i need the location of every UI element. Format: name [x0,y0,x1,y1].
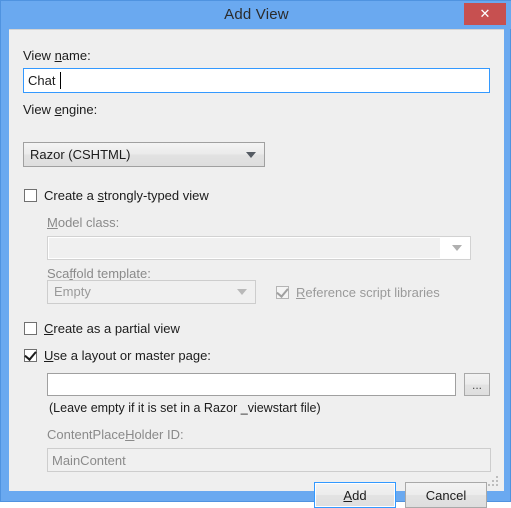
content-placeholder-input[interactable] [47,448,491,472]
chevron-down-icon [237,289,247,295]
chevron-down-icon [452,245,462,251]
checkbox-box [24,189,37,202]
use-layout-label: Use a layout or master page: [44,348,211,363]
add-view-dialog-window: Add View ✕ View name: View engine: Razor… [0,0,511,508]
content-placeholder-label: ContentPlaceHolder ID: [47,427,184,442]
partial-view-checkbox[interactable]: Create as a partial view [24,321,180,336]
resize-grip[interactable] [488,476,500,488]
reference-script-libraries-checkbox[interactable]: Reference script libraries [276,285,440,300]
view-engine-select[interactable]: Razor (CSHTML) [23,142,265,167]
partial-view-label: Create as a partial view [44,321,180,336]
check-icon [24,348,37,361]
view-name-input[interactable] [23,68,490,93]
model-class-label: Model class: [47,215,120,230]
close-icon[interactable]: ✕ [464,3,506,25]
layout-path-input[interactable] [47,373,456,396]
model-class-field [49,238,440,258]
dialog-body: View name: View engine: Razor (CSHTML) C… [9,30,504,472]
check-icon [276,285,289,298]
strongly-typed-view-checkbox[interactable]: Create a strongly-typed view [24,188,209,203]
dialog-client-area: View name: View engine: Razor (CSHTML) C… [9,29,504,508]
checkbox-box [24,322,37,335]
cancel-button[interactable]: Cancel [405,482,487,508]
layout-hint-text: (Leave empty if it is set in a Razor _vi… [49,401,321,415]
checkbox-box [24,348,37,362]
view-name-label: View name: [23,48,91,63]
title-bar: Add View ✕ [1,1,511,29]
model-class-select[interactable] [47,236,471,260]
scaffold-template-label: Scaffold template: [47,266,151,281]
strongly-typed-view-label: Create a strongly-typed view [44,188,209,203]
view-engine-label: View engine: [23,102,98,117]
reference-script-libraries-label: Reference script libraries [296,285,440,300]
chevron-down-icon [246,151,256,158]
use-layout-checkbox[interactable]: Use a layout or master page: [24,348,211,363]
add-button[interactable]: Add [314,482,396,508]
text-caret [60,72,61,89]
scaffold-template-select[interactable]: Empty [47,280,256,304]
checkbox-box [276,285,289,299]
window-title: Add View [224,6,289,23]
browse-button[interactable]: ... [464,373,490,396]
